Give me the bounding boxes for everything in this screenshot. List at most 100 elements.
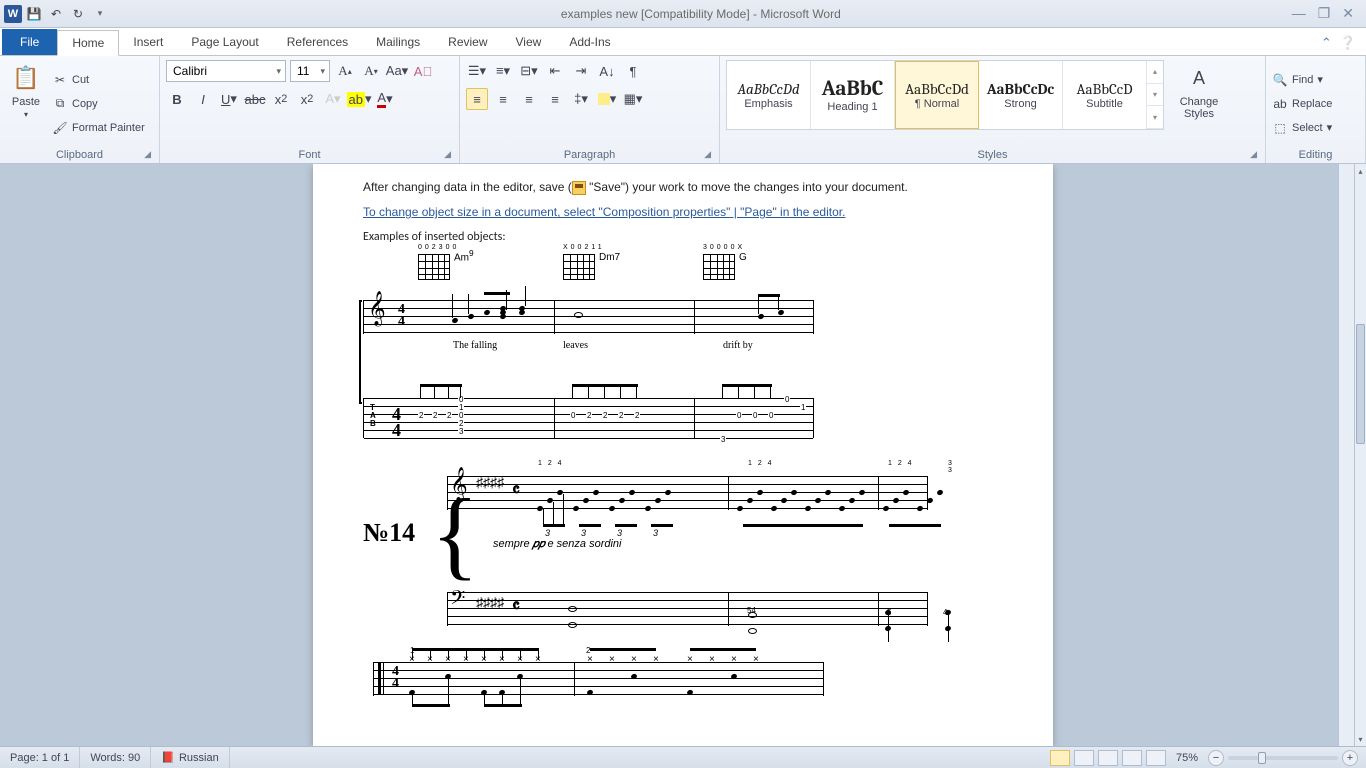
tab-references[interactable]: References bbox=[273, 29, 362, 55]
align-center-button[interactable]: ≡ bbox=[492, 88, 514, 110]
copy-button[interactable]: ⧉Copy bbox=[52, 94, 145, 114]
music-object-3[interactable]: 4 4 1 2 ×××× ×××× ×××× ×××× bbox=[363, 652, 1003, 712]
shrink-font-button[interactable]: A▾ bbox=[360, 60, 382, 82]
strikethrough-button[interactable]: abc bbox=[244, 88, 266, 110]
scroll-down-icon[interactable]: ▾ bbox=[1355, 732, 1366, 746]
status-language[interactable]: 📕Russian bbox=[151, 747, 229, 768]
scrollbar-thumb[interactable] bbox=[1356, 324, 1365, 444]
tab-mailings[interactable]: Mailings bbox=[362, 29, 434, 55]
copy-icon: ⧉ bbox=[52, 96, 68, 112]
style-emphasis[interactable]: AaBbCcDdEmphasis bbox=[727, 61, 811, 129]
window-controls: — ❐ ✕ bbox=[1292, 5, 1362, 22]
font-size-select[interactable]: 11 bbox=[290, 60, 330, 82]
align-right-button[interactable]: ≡ bbox=[518, 88, 540, 110]
multilevel-button[interactable]: ⊟▾ bbox=[518, 60, 540, 82]
styles-scroll[interactable]: ▴▾▾ bbox=[1147, 61, 1163, 129]
zoom-slider[interactable] bbox=[1228, 756, 1338, 760]
font-family-select[interactable]: Calibri bbox=[166, 60, 286, 82]
numbering-button[interactable]: ≡▾ bbox=[492, 60, 514, 82]
status-page[interactable]: Page: 1 of 1 bbox=[0, 747, 80, 768]
help-icon[interactable]: ❔ bbox=[1340, 35, 1356, 51]
grow-font-button[interactable]: A▴ bbox=[334, 60, 356, 82]
tab-view[interactable]: View bbox=[502, 29, 556, 55]
view-print-layout-button[interactable] bbox=[1050, 750, 1070, 766]
tab-insert[interactable]: Insert bbox=[119, 29, 177, 55]
zoom-in-button[interactable]: + bbox=[1342, 750, 1358, 766]
view-full-screen-button[interactable] bbox=[1074, 750, 1094, 766]
view-web-layout-button[interactable] bbox=[1098, 750, 1118, 766]
document-page[interactable]: After changing data in the editor, save … bbox=[313, 164, 1053, 746]
save-icon[interactable]: 💾 bbox=[24, 4, 44, 24]
change-styles-button[interactable]: A Change Styles bbox=[1170, 60, 1228, 147]
music-object-1[interactable]: 002300 Am9 X00211 Dm7 30000X bbox=[363, 254, 1003, 434]
styles-gallery[interactable]: AaBbCcDdEmphasis AaBbCHeading 1 AaBbCcDd… bbox=[726, 60, 1164, 130]
ribbon: 📋 Paste ▾ ✂Cut ⧉Copy 🖌Format Painter Cli… bbox=[0, 56, 1366, 164]
minimize-ribbon-icon[interactable]: ⌃ bbox=[1321, 35, 1332, 51]
bold-button[interactable]: B bbox=[166, 88, 188, 110]
percussion-clef-icon bbox=[378, 662, 384, 694]
music-object-2[interactable]: №14 { 𝄞 ♯♯♯♯ 𝄴 1 2 4 1 2 4 1 2 4 3 3 3 bbox=[363, 458, 1003, 628]
font-color-button[interactable]: A▾ bbox=[374, 88, 396, 110]
select-button[interactable]: ⬚Select ▾ bbox=[1272, 118, 1359, 138]
view-outline-button[interactable] bbox=[1122, 750, 1142, 766]
file-tab[interactable]: File bbox=[2, 29, 57, 55]
document-workspace[interactable]: After changing data in the editor, save … bbox=[0, 164, 1366, 746]
highlight-button[interactable]: ab▾ bbox=[348, 88, 370, 110]
tab-home[interactable]: Home bbox=[57, 30, 119, 56]
line-spacing-button[interactable]: ‡▾ bbox=[570, 88, 592, 110]
replace-button[interactable]: abReplace bbox=[1272, 94, 1359, 114]
zoom-out-button[interactable]: − bbox=[1208, 750, 1224, 766]
view-draft-button[interactable] bbox=[1146, 750, 1166, 766]
change-case-button[interactable]: Aa▾ bbox=[386, 60, 408, 82]
clear-formatting-button[interactable]: A⃠ bbox=[412, 60, 434, 82]
undo-icon[interactable]: ↶ bbox=[46, 4, 66, 24]
redo-icon[interactable]: ↻ bbox=[68, 4, 88, 24]
paragraph-launcher-icon[interactable]: ◢ bbox=[704, 149, 711, 160]
style-strong[interactable]: AaBbCcDcStrong bbox=[979, 61, 1063, 129]
superscript-button[interactable]: x2 bbox=[296, 88, 318, 110]
align-left-button[interactable]: ≡ bbox=[466, 88, 488, 110]
tab-review[interactable]: Review bbox=[434, 29, 501, 55]
borders-button[interactable]: ▦▾ bbox=[622, 88, 644, 110]
vertical-scrollbar[interactable]: ▴ ▾ bbox=[1354, 164, 1366, 746]
styles-launcher-icon[interactable]: ◢ bbox=[1250, 149, 1257, 160]
paste-button[interactable]: 📋 Paste ▾ bbox=[6, 60, 46, 147]
styles-group-label: Styles bbox=[978, 149, 1008, 161]
zoom-level[interactable]: 75% bbox=[1176, 752, 1198, 764]
shading-button[interactable]: ▾ bbox=[596, 88, 618, 110]
restore-icon[interactable]: ❐ bbox=[1318, 5, 1331, 22]
style-heading1[interactable]: AaBbCHeading 1 bbox=[811, 61, 895, 129]
underline-button[interactable]: U▾ bbox=[218, 88, 240, 110]
clipboard-launcher-icon[interactable]: ◢ bbox=[144, 149, 151, 160]
close-icon[interactable]: ✕ bbox=[1342, 5, 1354, 22]
paste-label: Paste bbox=[12, 96, 40, 108]
staff-bass: 𝄢 ♯♯♯♯ 𝄴 bbox=[447, 592, 927, 626]
font-launcher-icon[interactable]: ◢ bbox=[444, 149, 451, 160]
show-marks-button[interactable]: ¶ bbox=[622, 60, 644, 82]
status-words[interactable]: Words: 90 bbox=[80, 747, 151, 768]
tab-add-ins[interactable]: Add-Ins bbox=[555, 29, 624, 55]
qat-customize-icon[interactable]: ▾ bbox=[90, 4, 110, 24]
decrease-indent-button[interactable]: ⇤ bbox=[544, 60, 566, 82]
text-effects-button[interactable]: A▾ bbox=[322, 88, 344, 110]
group-paragraph: ☰▾ ≡▾ ⊟▾ ⇤ ⇥ A↓ ¶ ≡ ≡ ≡ ≡ ‡▾ ▾ ▦▾ Paragr… bbox=[460, 56, 720, 163]
increase-indent-button[interactable]: ⇥ bbox=[570, 60, 592, 82]
justify-button[interactable]: ≡ bbox=[544, 88, 566, 110]
minimize-icon[interactable]: — bbox=[1292, 5, 1306, 22]
word-app-icon[interactable]: W bbox=[4, 5, 22, 23]
find-button[interactable]: 🔍Find ▾ bbox=[1272, 70, 1359, 90]
treble-clef-icon: 𝄞 bbox=[368, 292, 386, 326]
zoom-slider-thumb[interactable] bbox=[1258, 752, 1266, 764]
format-painter-button[interactable]: 🖌Format Painter bbox=[52, 118, 145, 138]
subscript-button[interactable]: x2 bbox=[270, 88, 292, 110]
quick-access-toolbar: W 💾 ↶ ↻ ▾ bbox=[4, 4, 110, 24]
style-normal[interactable]: AaBbCcDd¶ Normal bbox=[895, 61, 979, 129]
cut-icon: ✂ bbox=[52, 72, 68, 88]
style-subtitle[interactable]: AaBbCcDSubtitle bbox=[1063, 61, 1147, 129]
italic-button[interactable]: I bbox=[192, 88, 214, 110]
bullets-button[interactable]: ☰▾ bbox=[466, 60, 488, 82]
sort-button[interactable]: A↓ bbox=[596, 60, 618, 82]
tab-page-layout[interactable]: Page Layout bbox=[177, 29, 272, 55]
scroll-up-icon[interactable]: ▴ bbox=[1355, 164, 1366, 178]
cut-button[interactable]: ✂Cut bbox=[52, 70, 145, 90]
